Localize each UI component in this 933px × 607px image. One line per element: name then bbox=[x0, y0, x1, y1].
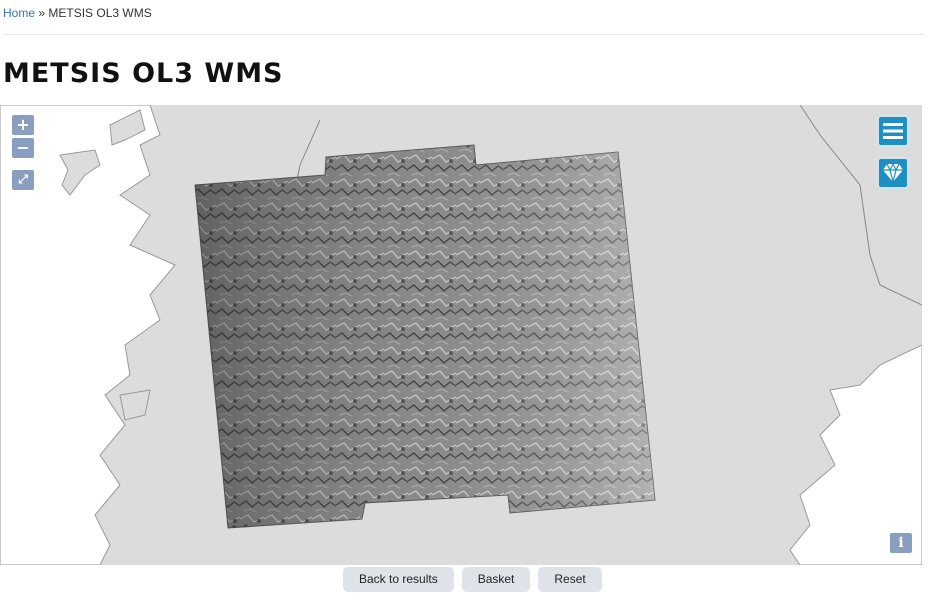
breadcrumb: Home » METSIS OL3 WMS bbox=[3, 6, 152, 20]
zoom-in-button[interactable]: + bbox=[12, 115, 34, 135]
header-divider bbox=[3, 34, 923, 35]
map-viewport[interactable]: + − ⤢ i bbox=[0, 105, 922, 565]
breadcrumb-current: METSIS OL3 WMS bbox=[48, 6, 152, 20]
breadcrumb-separator: » bbox=[35, 6, 49, 20]
diamond-icon bbox=[883, 163, 903, 183]
action-bar: Back to results Basket Reset bbox=[343, 567, 602, 592]
basket-button[interactable]: Basket bbox=[461, 567, 531, 592]
info-button[interactable]: i bbox=[890, 533, 912, 553]
island bbox=[119, 389, 151, 421]
page-title: METSIS OL3 WMS bbox=[3, 58, 284, 89]
map-base-layer bbox=[0, 105, 922, 565]
hamburger-icon bbox=[883, 123, 903, 139]
zoom-out-button[interactable]: − bbox=[12, 138, 34, 158]
layer-switcher-button[interactable] bbox=[877, 115, 909, 147]
sea-area-east bbox=[789, 344, 922, 565]
back-to-results-button[interactable]: Back to results bbox=[343, 567, 454, 592]
products-button[interactable] bbox=[877, 157, 909, 189]
reset-button[interactable]: Reset bbox=[538, 567, 602, 592]
breadcrumb-home-link[interactable]: Home bbox=[3, 6, 35, 20]
fullscreen-button[interactable]: ⤢ bbox=[12, 170, 34, 190]
